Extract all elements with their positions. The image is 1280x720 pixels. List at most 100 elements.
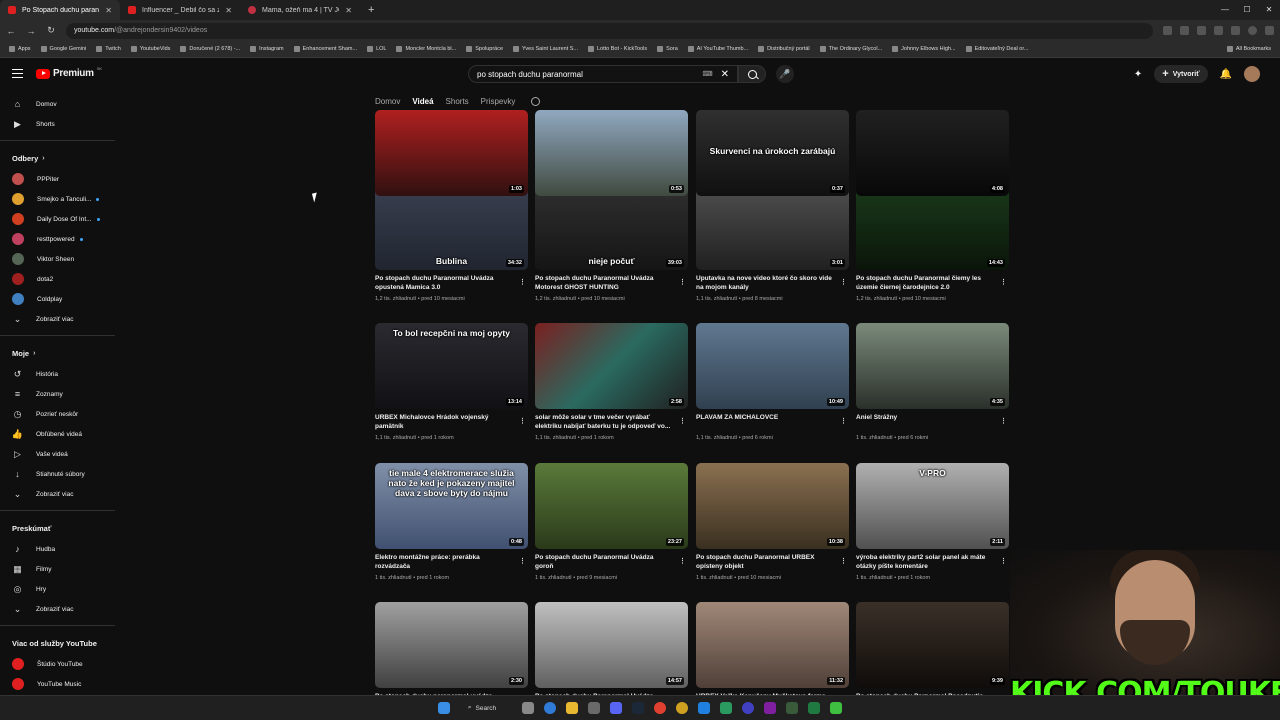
minimize-icon[interactable]: —: [1214, 0, 1236, 20]
bookmark-item[interactable]: Twitch: [91, 46, 126, 52]
video-thumbnail[interactable]: 2:58: [535, 323, 688, 409]
extension-icon[interactable]: [1163, 26, 1172, 35]
extension-icon[interactable]: [1214, 26, 1223, 35]
video-card[interactable]: 1:03: [375, 110, 528, 196]
bookmark-item[interactable]: Enhancement Sham...: [289, 46, 362, 52]
file-explorer-icon[interactable]: [566, 702, 579, 714]
new-tab-icon[interactable]: +: [360, 4, 382, 16]
sidebar-section-heading[interactable]: Moje ›: [0, 342, 118, 364]
video-card[interactable]: 3:01 Uputavka na nove video ktoré čo skor…: [696, 184, 849, 302]
video-card[interactable]: Bublina 34:32 Po stopach duchu Paranormal …: [375, 184, 528, 302]
video-title[interactable]: Elektro montážne práce: prerábka rozvádz…: [375, 554, 480, 570]
sidebar-item[interactable]: Daily Dose Of Int...: [0, 209, 118, 229]
video-thumbnail[interactable]: 4:08: [856, 110, 1009, 196]
maximize-icon[interactable]: ☐: [1236, 0, 1258, 20]
video-title[interactable]: Po stopach duchu Paranormal Uvádza Motor…: [535, 275, 653, 291]
channel-tab[interactable]: Domov: [375, 97, 400, 106]
app-icon[interactable]: [830, 702, 843, 714]
sidebar-item[interactable]: ◷ Pozrieť neskôr: [0, 404, 118, 424]
bookmark-item[interactable]: Editovateľný Deal or...: [961, 46, 1034, 52]
address-bar[interactable]: youtube.com/@andrejondersin9402/videos: [66, 22, 1153, 39]
video-card[interactable]: 2:30Po stopach duchu paranormal uvádza o…: [375, 602, 528, 695]
video-card[interactable]: nieje počuť 39:03 Po stopach duchu Paranor…: [535, 184, 688, 302]
extension-icon[interactable]: [1180, 26, 1189, 35]
excel-icon[interactable]: [808, 702, 821, 714]
video-title[interactable]: Po stopach duchu Paranormal čiemy les úz…: [856, 275, 981, 291]
video-title[interactable]: URBEX Michalovce Hrádok vojenský pamätní…: [375, 414, 488, 430]
more-options-icon[interactable]: ⋮: [519, 417, 526, 427]
video-thumbnail[interactable]: Bublina 34:32: [375, 184, 528, 270]
video-thumbnail[interactable]: tie male 4 elektromerace služia nato že …: [375, 463, 528, 549]
sidebar-item[interactable]: Smejko a Tanculi...: [0, 189, 118, 209]
sidebar-item[interactable]: ↓ Stiahnuté súbory: [0, 464, 118, 484]
close-window-icon[interactable]: ✕: [1258, 0, 1280, 20]
profile-icon[interactable]: [1248, 26, 1257, 35]
sidebar-item[interactable]: ≡ Zoznamy: [0, 384, 118, 404]
cast-icon[interactable]: ✦: [1134, 69, 1142, 80]
sidebar-item[interactable]: ▶ Shorts: [0, 114, 118, 134]
sidebar-item[interactable]: Štúdio YouTube: [0, 654, 118, 674]
more-options-icon[interactable]: ⋮: [840, 557, 847, 567]
sidebar-item[interactable]: ⌄ Zobraziť viac: [0, 309, 118, 329]
video-thumbnail[interactable]: 2:30: [375, 602, 528, 688]
video-card[interactable]: Skurvenci na úrokoch zarábajú 0:37: [696, 110, 849, 196]
bookmark-item[interactable]: AI YouTube Thumb...: [683, 46, 753, 52]
bookmark-item[interactable]: Sora: [652, 46, 683, 52]
video-card[interactable]: 0:53: [535, 110, 688, 196]
more-options-icon[interactable]: ⋮: [840, 278, 847, 288]
chrome-icon[interactable]: [654, 702, 667, 714]
video-title[interactable]: Uputavka na nove video ktoré čo skoro vi…: [696, 275, 832, 291]
app-icon[interactable]: [698, 702, 711, 714]
settings-icon[interactable]: [588, 702, 601, 714]
video-thumbnail[interactable]: 1:03: [375, 110, 528, 196]
video-card[interactable]: 4:35 Aniel Strážny ⋮ 1 tis. zhliadnutí • pr…: [856, 323, 1009, 441]
video-title[interactable]: solar môže solar v tme večer vyrábať ele…: [535, 414, 670, 430]
edge-icon[interactable]: [544, 702, 557, 714]
video-thumbnail[interactable]: 4:35: [856, 323, 1009, 409]
all-bookmarks[interactable]: All Bookmarks: [1222, 46, 1276, 52]
video-title[interactable]: výroba elektriky part2 solar panel ak má…: [856, 554, 985, 570]
sidebar-item[interactable]: Coldplay: [0, 289, 118, 309]
video-card[interactable]: V-PRO 2:11 výroba elektriky part2 solar pa…: [856, 463, 1009, 581]
account-avatar[interactable]: [1244, 66, 1260, 82]
app-icon[interactable]: [676, 702, 689, 714]
bookmark-item[interactable]: YoutubeVids: [126, 46, 176, 52]
video-thumbnail[interactable]: V-PRO 2:11: [856, 463, 1009, 549]
video-thumbnail[interactable]: 14:57: [535, 602, 688, 688]
more-options-icon[interactable]: ⋮: [1000, 557, 1007, 567]
close-tab-icon[interactable]: ✕: [345, 6, 352, 15]
more-options-icon[interactable]: ⋮: [840, 417, 847, 427]
video-thumbnail[interactable]: 0:53: [535, 110, 688, 196]
notifications-bell-icon[interactable]: 🔔: [1220, 69, 1232, 80]
windows-start-icon[interactable]: [437, 702, 450, 714]
video-thumbnail[interactable]: 23:27: [535, 463, 688, 549]
sidebar-item[interactable]: ▦ Filmy: [0, 559, 118, 579]
channel-tab[interactable]: Shorts: [446, 97, 469, 106]
bookmark-item[interactable]: Google Gemini: [36, 46, 92, 52]
extension-icon[interactable]: [1197, 26, 1206, 35]
video-card[interactable]: tie male 4 elektromerace služia nato že …: [375, 463, 528, 581]
video-card[interactable]: 14:43 Po stopach duchu Paranormal čiemy l…: [856, 184, 1009, 302]
bookmark-item[interactable]: Yves Saint Laurent S...: [508, 46, 583, 52]
task-view-icon[interactable]: [522, 702, 535, 714]
channel-search-icon[interactable]: [531, 96, 541, 106]
video-card[interactable]: 14:57Po stopach duchu Paranormal Uvádza …: [535, 602, 688, 695]
video-card[interactable]: 4:08: [856, 110, 1009, 196]
video-card[interactable]: 9:39Po stopach duchu Parnormal Posadnuti…: [856, 602, 1009, 695]
clear-search-icon[interactable]: ✕: [721, 69, 729, 80]
more-options-icon[interactable]: ⋮: [1000, 417, 1007, 427]
menu-hamburger-icon[interactable]: [12, 69, 23, 78]
bookmark-item[interactable]: Lotto Bot - KickTools: [583, 46, 652, 52]
more-options-icon[interactable]: ⋮: [679, 417, 686, 427]
extension-icon[interactable]: [1231, 26, 1240, 35]
video-title[interactable]: Po stopach duchu Paranormal URBEX opíste…: [696, 554, 814, 570]
close-tab-icon[interactable]: ✕: [225, 6, 232, 15]
discord-icon[interactable]: [610, 702, 623, 714]
video-title[interactable]: Po stopach duchu Paranormal Uvádza goroň: [535, 554, 653, 570]
bookmark-item[interactable]: Moncler Montcla bl...: [391, 46, 461, 52]
steam-icon[interactable]: [632, 702, 645, 714]
youtube-logo[interactable]: Premium SK: [36, 66, 102, 79]
bookmark-item[interactable]: The Ordinary Glycol...: [815, 46, 888, 52]
search-input[interactable]: po stopach duchu paranormal ⌨ ✕: [468, 65, 738, 83]
reload-icon[interactable]: ↻: [46, 25, 56, 36]
